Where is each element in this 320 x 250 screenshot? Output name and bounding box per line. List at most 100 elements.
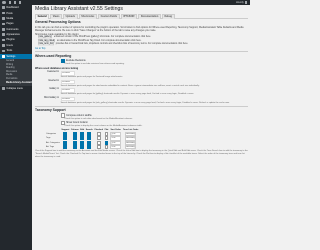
taxonomy-checkbox[interactable] (96, 145, 101, 150)
where-used-heading: Where-used Reporting (35, 53, 72, 58)
user-greeting[interactable]: Howdy (236, 1, 244, 4)
sidebar-item-label: Appearance (6, 33, 20, 37)
where-used-field-mla-gallery-in: MLA Gallery in Enabled Search database pos… (35, 96, 248, 105)
taxonomy-checkbox[interactable] (63, 145, 68, 150)
where-used-tuning-label: Where-used database access tuning (35, 67, 79, 71)
divider (35, 51, 248, 53)
taxonomy-checkbox[interactable] (63, 132, 68, 136)
mla-gallery-in-select[interactable]: Enabled (60, 96, 76, 102)
field-desc: Search database posts and pages for Feat… (60, 76, 123, 78)
plugins-icon (2, 38, 5, 42)
taxonomy-checkbox[interactable] (80, 136, 85, 141)
taxonomy-checkbox[interactable] (80, 145, 85, 150)
taxonomy-checkbox[interactable] (104, 145, 109, 150)
tab-shortcodes[interactable]: Shortcodes (78, 13, 97, 19)
taxonomy-checkbox[interactable] (96, 136, 101, 141)
taxonomy-checkbox[interactable] (63, 136, 68, 141)
go-to-top-link[interactable]: Go to Top (35, 47, 45, 50)
sidebar-item-label: Tools (6, 49, 13, 53)
tab-views[interactable]: Views (50, 13, 63, 19)
featured-in-select[interactable]: Enabled (60, 70, 76, 76)
home-icon[interactable] (8, 1, 11, 4)
avatar[interactable] (244, 1, 247, 4)
exclude-revisions-label: Exclude Revisions (66, 59, 86, 63)
taxonomy-name: Att. Tags (46, 145, 55, 148)
submenu-item-media-library-assistant[interactable]: Media Library Assistant (0, 81, 32, 85)
taxonomy-checkbox[interactable] (104, 132, 109, 136)
exclude-revisions-desc: Check this option to exclude revisions f… (64, 63, 125, 66)
where-used-field-gallery-in: Gallery in Enabled Search database posts a… (35, 88, 248, 96)
sidebar-item-label: Media (6, 16, 14, 20)
taxonomy-checkbox[interactable] (80, 132, 85, 136)
sidebar-item-label: Dashboard (6, 6, 19, 10)
taxonomy-checkbox[interactable] (72, 140, 77, 145)
where-used-field-featured-in: Featured in Enabled Search database posts … (35, 70, 248, 79)
collapse-label: Collapse menu (6, 86, 24, 90)
admin-sidebar: Dashboard Posts Media Pages Comments Appearan… (0, 5, 32, 250)
new-content-icon[interactable] (18, 1, 22, 4)
taxonomy-checkbox[interactable] (72, 145, 77, 150)
tab-uploads[interactable]: Uploads (63, 13, 78, 19)
settings-icon (2, 54, 5, 58)
taxonomy-checkbox[interactable] (87, 140, 92, 145)
compute-widths-label: Compute column widths (66, 114, 92, 118)
tab-general[interactable]: General (35, 13, 50, 19)
taxonomy-checkbox[interactable] (104, 136, 109, 141)
tab-iptc-exif[interactable]: IPTC/EXIF (120, 13, 138, 19)
sort-order-select[interactable]: Term Name (109, 145, 122, 150)
page-title: Media Library Assistant v2.55 Settings (35, 6, 123, 12)
taxonomy-checkbox[interactable] (63, 140, 68, 145)
taxonomy-checkbox[interactable] (72, 132, 77, 136)
show-count-desc: Check this option to display the count c… (64, 125, 143, 128)
sidebar-item-label: Comments (6, 27, 19, 31)
settings-tabs: General Views Uploads Shortcodes Custom Fiel… (35, 13, 248, 19)
general-heading: General Processing Options (35, 20, 81, 25)
shortcode-item: [mla_term_list] provides flat or hierarch… (38, 42, 248, 47)
settings-submenu: General Writing Reading Discussion Media Perm… (0, 58, 32, 86)
inserted-in-select[interactable]: Enabled (60, 79, 76, 85)
taxonomy-checkbox[interactable] (72, 136, 77, 141)
comments-icon (2, 27, 5, 31)
taxonomy-checkbox[interactable] (87, 136, 92, 141)
exclude-revisions-row: Exclude Revisions Check this option to e… (35, 58, 248, 66)
tab-custom-fields[interactable]: Custom Fields (97, 13, 120, 19)
posts-icon (2, 11, 5, 15)
field-label: Featured in (47, 70, 59, 73)
sidebar-item-label: Settings (6, 54, 16, 58)
tab-documentation[interactable]: Documentation (138, 13, 161, 19)
comments-bubble-icon[interactable] (13, 1, 16, 4)
taxonomy-checkbox[interactable] (80, 140, 85, 145)
field-label: Inserted in (48, 79, 59, 82)
settings-main: Media Library Assistant v2.55 Settings G… (35, 6, 248, 250)
taxonomy-checkbox[interactable] (104, 140, 109, 145)
taxonomy-checkbox[interactable] (96, 140, 101, 145)
divider (35, 105, 248, 107)
field-desc: Search database posts and pages for atta… (60, 84, 200, 87)
taxonomy-checkbox[interactable] (87, 145, 92, 150)
pages-icon (2, 22, 5, 26)
taxonomy-table: Support Column Edit Search Checked Flat Sort O… (41, 129, 139, 150)
sidebar-item-label: Pages (6, 22, 14, 26)
shortcode-list: [mla_gallery] enhanced version of the Wor… (38, 36, 248, 47)
users-icon (2, 44, 5, 47)
user-menu[interactable]: Howdy (236, 1, 250, 4)
tab-debug[interactable]: Debug (161, 13, 175, 19)
sidebar-item-label: Posts (6, 11, 13, 15)
dashboard-icon (2, 6, 5, 9)
shortcode-desc: provides flat or hierarchical lists, dro… (55, 42, 189, 45)
taxonomy-heading: Taxonomy Support (35, 108, 66, 113)
field-desc: Search database posts and pages for [gal… (60, 93, 194, 96)
admin-bar: Howdy (0, 0, 250, 5)
sidebar-item-label: Users (6, 43, 13, 47)
shortcode-key: [mla_term_list] (38, 42, 55, 47)
wordpress-logo-icon[interactable] (2, 0, 6, 5)
term-list-order-select[interactable]: Ascending (124, 145, 137, 150)
sidebar-item-label: Plugins (6, 38, 15, 42)
field-desc: Search database posts and pages for [mla… (60, 101, 230, 104)
field-label: Gallery in (49, 88, 59, 91)
field-label: MLA Gallery in (44, 96, 59, 99)
table-row: Att. Tags Term NameAscending (41, 145, 139, 150)
collapse-menu-button[interactable]: Collapse menu (0, 86, 32, 91)
taxonomy-checkbox[interactable] (87, 132, 92, 136)
taxonomy-checkbox[interactable] (96, 132, 101, 136)
